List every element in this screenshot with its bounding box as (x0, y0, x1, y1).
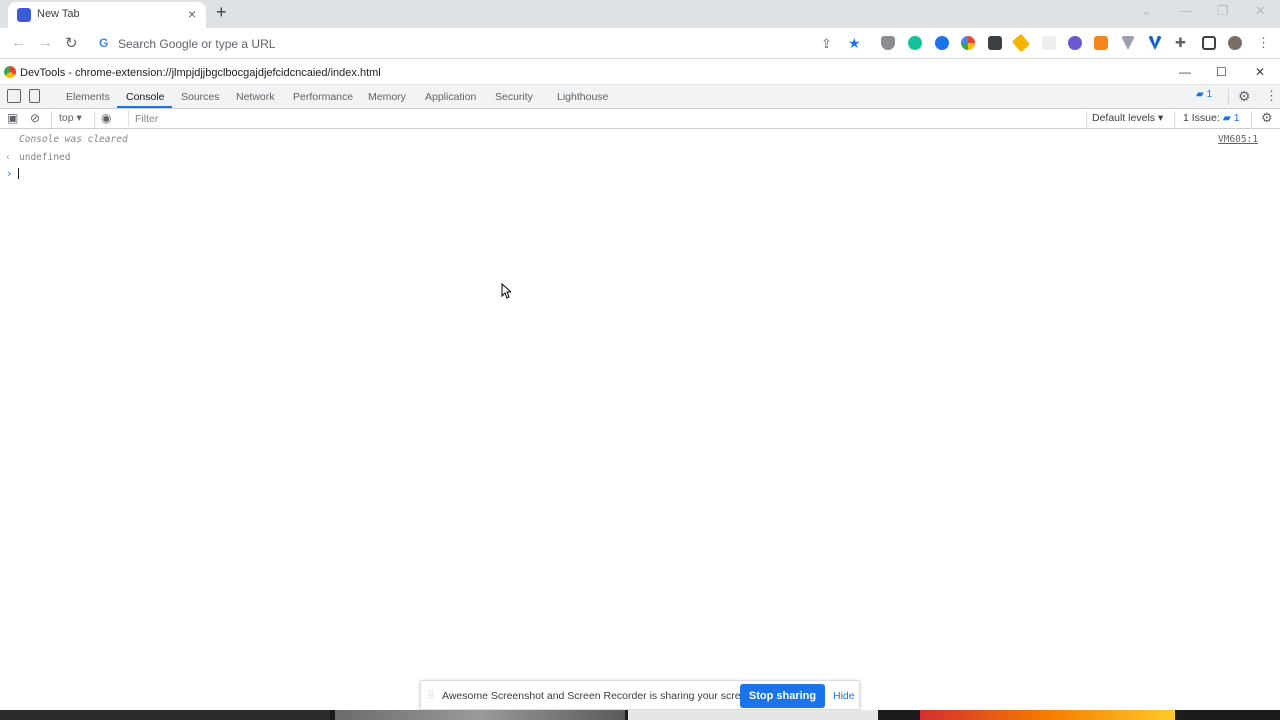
forward-icon[interactable]: → (38, 34, 53, 51)
issues-label: 1 Issue: (1183, 112, 1220, 124)
tab-search-icon[interactable]: ⌄ (1141, 3, 1152, 19)
tab-favicon-icon (17, 8, 31, 22)
reload-icon[interactable]: ↻ (65, 34, 78, 52)
bookmark-star-icon[interactable]: ★ (848, 35, 861, 52)
new-tab-button[interactable]: + (216, 2, 227, 23)
share-icon[interactable]: ⇪ (821, 36, 832, 52)
devtools-window-title: DevTools - chrome-extension://jlmpjdjjbg… (20, 67, 381, 79)
divider (1174, 111, 1175, 127)
context-value: top (59, 112, 74, 124)
blank-extension-icon[interactable] (1042, 36, 1056, 50)
eyedropper-extension-icon[interactable] (1011, 33, 1031, 53)
divider (1251, 111, 1252, 127)
divider (51, 111, 52, 127)
screen-share-bar: ⁞⁞ Awesome Screenshot and Screen Recorde… (420, 680, 860, 710)
console-toolbar: ▣ ⊘ top ▾ ◉ Default levels ▾ 1 Issue: ▰ … (0, 109, 1280, 129)
divider (94, 111, 95, 127)
issues-count: 1 (1233, 112, 1240, 124)
browser-tab[interactable]: New Tab × (8, 2, 206, 28)
browser-toolbar: ← → ↻ G Search Google or type a URL ⇪ ★ … (0, 28, 1280, 59)
hide-button[interactable]: Hide (833, 690, 855, 702)
messages-badge[interactable]: ▰ 1 (1196, 89, 1212, 100)
chrome-icon (4, 66, 16, 78)
browser-tab-strip: New Tab × + ⌄ — ❐ ✕ (0, 0, 1280, 28)
close-window-icon[interactable]: ✕ (1255, 3, 1266, 19)
avatar[interactable] (1228, 36, 1242, 50)
clear-console-icon[interactable]: ⊘ (30, 111, 40, 125)
tab-network[interactable]: Network (236, 91, 275, 103)
console-settings-gear-icon[interactable]: ⚙ (1261, 110, 1273, 126)
close-tab-icon[interactable]: × (188, 6, 196, 22)
settings-extension-icon[interactable] (1068, 36, 1082, 50)
filter-input[interactable] (128, 110, 1078, 127)
taskbar-thumbnail (335, 710, 625, 720)
video-extension-icon[interactable] (935, 36, 949, 50)
stop-sharing-button[interactable]: Stop sharing (740, 684, 825, 708)
result-value: undefined (19, 152, 71, 163)
tab-lighthouse[interactable]: Lighthouse (557, 91, 608, 103)
browser-menu-icon[interactable]: ⋮ (1257, 35, 1270, 51)
back-icon[interactable]: ← (11, 34, 26, 51)
devtools-panel-tabs: Elements Console Sources Network Perform… (0, 85, 1280, 109)
taskbar-thumbnail (920, 710, 1175, 720)
messages-count: 1 (1206, 89, 1213, 100)
devtools-settings-gear-icon[interactable]: ⚙ (1238, 88, 1251, 105)
inspect-element-icon[interactable] (7, 89, 21, 103)
devtools-close-icon[interactable]: ✕ (1255, 65, 1265, 79)
minimize-icon[interactable]: — (1180, 3, 1193, 18)
devtools-titlebar: DevTools - chrome-extension://jlmpjdjjbg… (0, 60, 1280, 85)
tab-memory[interactable]: Memory (368, 91, 406, 103)
v-extension-icon[interactable] (1148, 36, 1162, 50)
devtools-menu-icon[interactable]: ⋮ (1265, 88, 1278, 104)
source-link[interactable]: VM605:1 (1218, 134, 1258, 145)
message-icon: ▰ (1196, 89, 1204, 100)
tab-elements[interactable]: Elements (66, 91, 110, 103)
divider (1086, 111, 1087, 127)
tab-console[interactable]: Console (126, 91, 165, 103)
log-levels-dropdown[interactable]: Default levels ▾ (1092, 112, 1163, 124)
devtools-minimize-icon[interactable]: — (1179, 65, 1191, 79)
share-message: Awesome Screenshot and Screen Recorder i… (442, 690, 756, 702)
device-toolbar-icon[interactable] (29, 89, 40, 103)
context-selector[interactable]: top ▾ (59, 112, 82, 124)
tab-application[interactable]: Application (425, 91, 476, 103)
text-caret (18, 168, 19, 179)
extensions-puzzle-icon[interactable]: ✚ (1175, 35, 1186, 51)
issues-button[interactable]: 1 Issue: ▰ 1 (1183, 112, 1240, 124)
omnibox-placeholder: Search Google or type a URL (118, 37, 276, 51)
tab-security[interactable]: Security (495, 91, 533, 103)
sidebar-toggle-icon[interactable]: ▣ (7, 111, 18, 125)
shield-extension-icon[interactable] (881, 36, 895, 50)
result-arrow-icon: ‹ (5, 152, 11, 163)
devtools-maximize-icon[interactable]: ☐ (1216, 65, 1227, 79)
screenshot-extension-icon[interactable] (988, 36, 1002, 50)
google-icon: G (99, 36, 109, 50)
omnibox[interactable]: G Search Google or type a URL (92, 31, 812, 56)
divider (1228, 89, 1229, 105)
console-cleared-text: Console was cleared (19, 134, 128, 145)
drag-handle-icon[interactable]: ⁞⁞ (428, 690, 434, 701)
metamask-extension-icon[interactable] (1094, 36, 1108, 50)
prompt-chevron-icon: › (6, 167, 13, 180)
tab-title: New Tab (37, 8, 80, 20)
color-extension-icon[interactable] (961, 36, 975, 50)
side-panel-icon[interactable] (1202, 36, 1216, 50)
active-tab-indicator (117, 106, 172, 108)
taskbar (0, 710, 1280, 720)
tab-sources[interactable]: Sources (181, 91, 220, 103)
issue-icon: ▰ (1222, 112, 1231, 124)
grammarly-extension-icon[interactable] (908, 36, 922, 50)
restore-icon[interactable]: ❐ (1217, 3, 1229, 19)
taskbar-segment (0, 710, 330, 720)
live-expression-eye-icon[interactable]: ◉ (101, 111, 111, 125)
taskbar-thumbnail (628, 710, 878, 720)
mouse-pointer-icon (501, 283, 511, 299)
vue-extension-icon[interactable] (1121, 36, 1135, 50)
log-levels-label: Default levels (1092, 112, 1156, 124)
tab-performance[interactable]: Performance (293, 91, 353, 103)
